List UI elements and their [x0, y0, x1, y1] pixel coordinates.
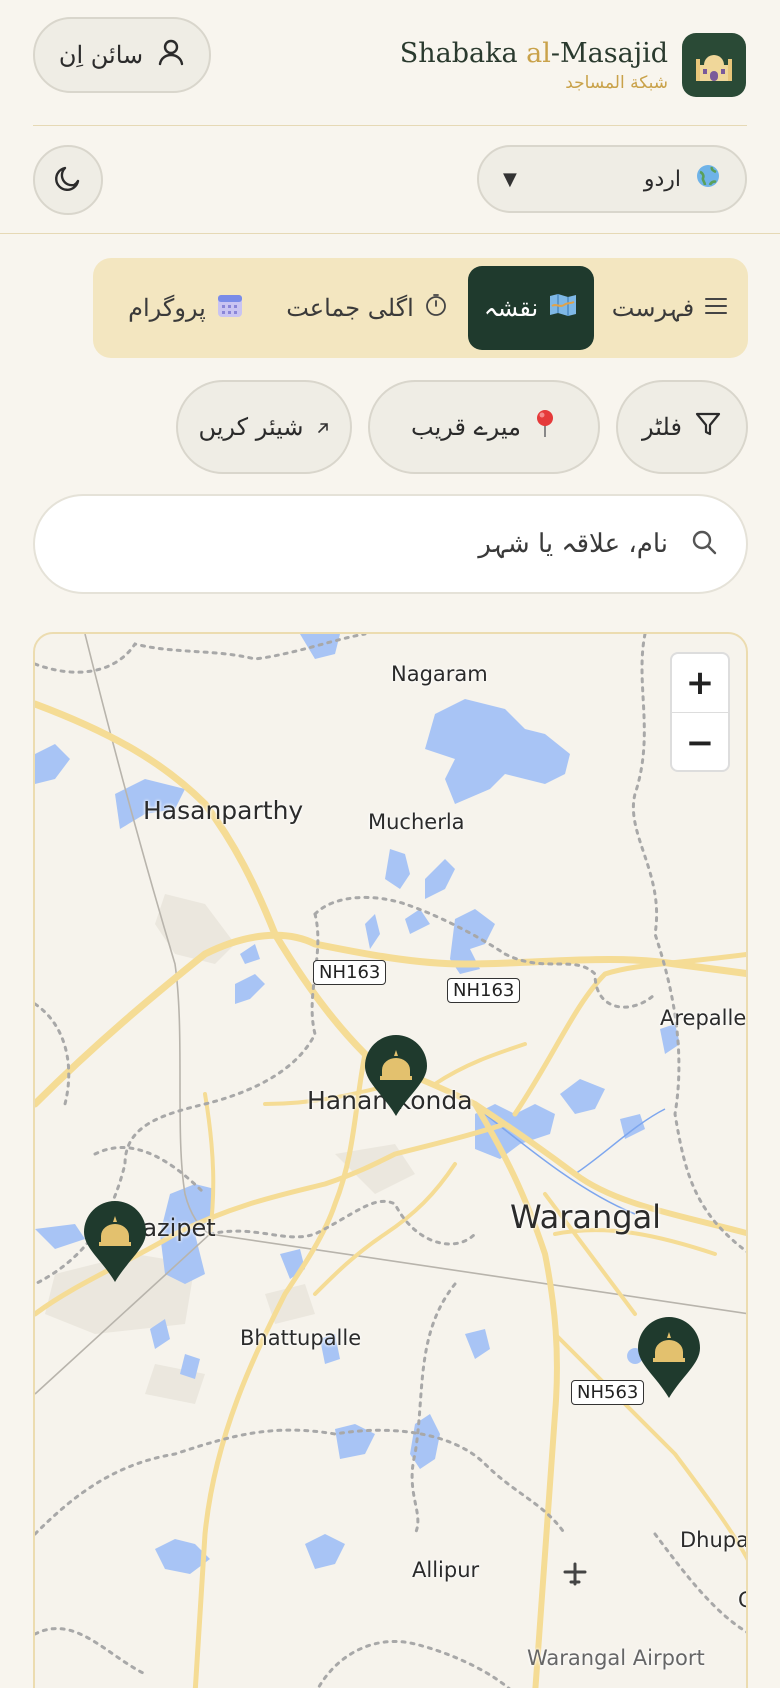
near-me-button[interactable]: میرے قریب	[368, 380, 600, 474]
tab-list[interactable]: فہرست	[600, 266, 740, 350]
filter-button[interactable]: فلٹر	[616, 380, 748, 474]
list-icon	[704, 294, 728, 322]
road-shield: NH163	[313, 960, 387, 985]
tab-list-label: فہرست	[611, 294, 695, 322]
caret-down-icon: ▼	[503, 168, 517, 190]
moon-icon	[53, 163, 83, 197]
road-shield: NH563	[571, 1380, 645, 1405]
zoom-in-button[interactable]: +	[672, 654, 728, 713]
user-icon	[157, 38, 185, 72]
tab-program-label: پروگرام	[128, 294, 206, 322]
share-label: شیئر کریں	[198, 413, 304, 441]
search-bar	[33, 494, 748, 594]
globe-icon	[695, 163, 721, 195]
place-label: Arepalle	[660, 1006, 747, 1030]
sign-in-button[interactable]: سائن اِن	[33, 17, 211, 93]
arrow-up-right-icon	[316, 413, 330, 441]
mosque-icon	[682, 33, 746, 97]
place-label: Hasanparthy	[143, 796, 304, 825]
filter-icon	[694, 410, 722, 444]
zoom-out-button[interactable]: −	[672, 713, 728, 772]
pushpin-icon	[533, 409, 557, 445]
near-me-label: میرے قریب	[411, 413, 521, 441]
map-view[interactable]: Nagaram Hasanparthy Mucherla Arepalle Ha…	[33, 632, 748, 1688]
language-value: اردو	[643, 166, 681, 192]
place-label: Bhattupalle	[240, 1326, 362, 1350]
controls-divider	[0, 233, 780, 234]
view-tabs: پروگرام اگلی جماعت نقشہ فہرست	[93, 258, 748, 358]
place-label: Mucherla	[368, 810, 465, 834]
airport-icon	[563, 1562, 587, 1586]
sign-in-label: سائن اِن	[58, 41, 144, 69]
brand: Shabaka al-Masajid شبکة المساجد	[400, 30, 746, 100]
place-label: Nagaram	[391, 662, 488, 686]
place-label: Warangal Airport	[527, 1646, 705, 1670]
road-shield: NH163	[447, 978, 521, 1003]
language-select[interactable]: ▼ اردو	[477, 145, 747, 213]
place-label: Allipur	[412, 1558, 480, 1582]
tab-next-jamaat-label: اگلی جماعت	[286, 294, 414, 322]
place-label: Dhupa	[680, 1528, 748, 1552]
mosque-pin[interactable]	[363, 1034, 429, 1118]
tab-map[interactable]: نقشہ	[468, 266, 594, 350]
tab-next-jamaat[interactable]: اگلی جماعت	[272, 266, 462, 350]
brand-name: Shabaka al-Masajid	[399, 37, 668, 69]
map-icon	[548, 292, 578, 324]
tab-map-label: نقشہ	[483, 294, 539, 322]
place-label: Warangal	[510, 1198, 662, 1236]
header-divider	[33, 125, 747, 126]
filter-label: فلٹر	[642, 413, 682, 441]
tab-program[interactable]: پروگرام	[106, 266, 266, 350]
place-label: G	[738, 1588, 746, 1612]
search-icon	[690, 528, 718, 560]
mosque-pin[interactable]	[82, 1200, 148, 1284]
mosque-pin[interactable]	[636, 1316, 702, 1400]
search-input[interactable]	[108, 529, 668, 559]
brand-subtitle: شبکة المساجد	[565, 72, 668, 93]
share-button[interactable]: شیئر کریں	[176, 380, 352, 474]
theme-toggle-button[interactable]	[33, 145, 103, 215]
header: سائن اِن Shabaka al-Masajid شبکة المساجد	[0, 0, 780, 126]
stopwatch-icon	[424, 293, 448, 323]
zoom-control: + −	[670, 652, 730, 772]
map-canvas	[35, 634, 746, 1688]
calendar-icon	[216, 291, 244, 325]
